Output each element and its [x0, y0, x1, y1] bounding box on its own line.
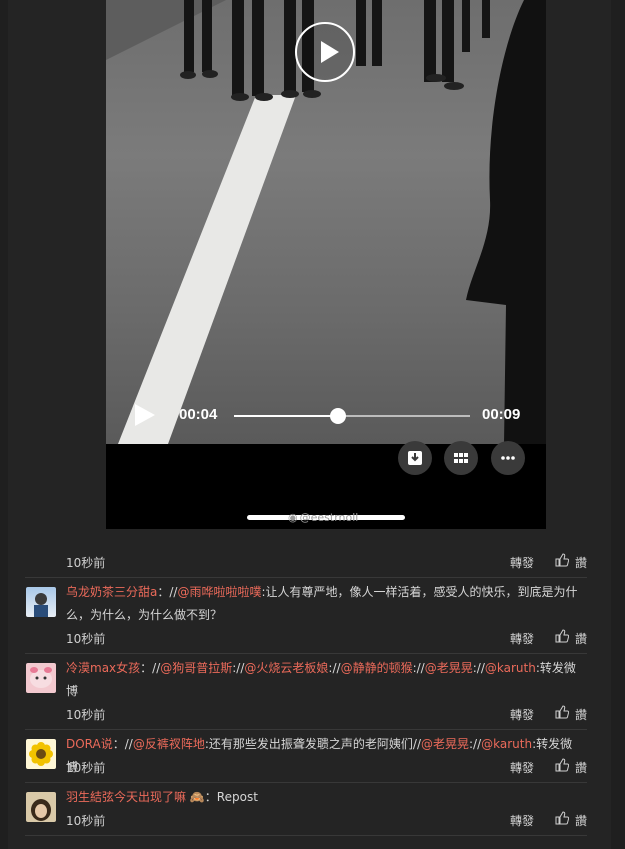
like-button[interactable]: 讚 [575, 706, 587, 723]
mention-link[interactable]: @karuth [481, 737, 532, 751]
comment-time: 10秒前 [66, 632, 106, 646]
mention-link[interactable]: @karuth [485, 661, 536, 675]
watermark: ◉ @eestrnoll [288, 511, 358, 524]
grid-button[interactable] [444, 441, 478, 475]
comment-text: 羽生結弦今天出现了嘛 🙈：Repost [66, 786, 582, 809]
divider [25, 782, 587, 783]
comment-username[interactable]: DORA说 [66, 737, 113, 751]
comment-username[interactable]: 羽生結弦今天出现了嘛 [66, 790, 186, 804]
mention-link[interactable]: @火烧云老板娘 [244, 661, 328, 675]
divider [25, 835, 587, 836]
like-icon[interactable] [555, 629, 569, 643]
like-icon[interactable] [555, 811, 569, 825]
avatar[interactable] [26, 587, 56, 617]
separator: :// [469, 737, 482, 751]
comment-time: 10秒前 [66, 814, 106, 828]
download-icon [408, 451, 422, 465]
comment-time: 10秒前 [66, 708, 106, 722]
separator: ：// [140, 661, 161, 675]
emoji-icon: 🙈 [189, 790, 205, 804]
separator: :// [412, 661, 425, 675]
comment-text: DORA说：//@反裤衩阵地:还有那些发出振聋发聩之声的老阿姨们//@老晃晃:/… [66, 733, 582, 779]
separator: :// [328, 661, 341, 675]
mention-link[interactable]: @老晃晃 [421, 737, 469, 751]
forward-button[interactable]: 轉發 [510, 759, 534, 776]
comment-body: ：Repost [204, 790, 258, 804]
comment-text: 冷漠max女孩：//@狗哥普拉斯://@火烧云老板娘://@静静的顿猴://@老… [66, 657, 582, 703]
divider [25, 729, 587, 730]
mention-link[interactable]: @雨哗啦啦啦噗 [177, 585, 261, 599]
comment-time: 10秒前 [66, 761, 106, 775]
forward-button[interactable]: 轉發 [510, 554, 534, 571]
like-icon[interactable] [555, 553, 569, 567]
more-icon [501, 456, 515, 460]
progress-fill [234, 415, 338, 417]
grid-icon [454, 453, 468, 463]
mention-link[interactable]: @静静的顿猴 [341, 661, 413, 675]
post-time: 10秒前 [66, 556, 106, 570]
play-icon[interactable] [295, 22, 355, 82]
like-button[interactable]: 讚 [575, 812, 587, 829]
separator: :// [232, 661, 245, 675]
video-player[interactable]: 00:04 00:09 ◉ @eestrnoll [106, 0, 546, 529]
avatar[interactable] [26, 792, 56, 822]
video-frame: 00:04 00:09 [106, 0, 546, 444]
watermark-text: @eestrnoll [299, 511, 359, 524]
comment-username[interactable]: 乌龙奶茶三分甜a [66, 585, 157, 599]
mention-link[interactable]: @老晃晃 [425, 661, 473, 675]
mention-link[interactable]: @反裤衩阵地 [133, 737, 205, 751]
divider [25, 653, 587, 654]
forward-button[interactable]: 轉發 [510, 812, 534, 829]
separator: :// [472, 661, 485, 675]
separator: ：// [157, 585, 178, 599]
forward-button[interactable]: 轉發 [510, 630, 534, 647]
avatar[interactable] [26, 663, 56, 693]
play-button[interactable] [135, 404, 155, 426]
avatar[interactable] [26, 739, 56, 769]
forward-button[interactable]: 轉發 [510, 706, 534, 723]
current-time: 00:04 [179, 406, 218, 423]
comment-body: :还有那些发出振聋发聩之声的老阿姨们// [204, 737, 421, 751]
mention-link[interactable]: @狗哥普拉斯 [160, 661, 232, 675]
like-button[interactable]: 讚 [575, 759, 587, 776]
comment-text: 乌龙奶茶三分甜a：//@雨哗啦啦啦噗:让人有尊严地，像人一样活着，感受人的快乐，… [66, 581, 582, 627]
more-button[interactable] [491, 441, 525, 475]
progress-bar[interactable] [234, 408, 470, 424]
like-button[interactable]: 讚 [575, 630, 587, 647]
like-icon[interactable] [555, 705, 569, 719]
download-button[interactable] [398, 441, 432, 475]
like-button[interactable]: 讚 [575, 554, 587, 571]
progress-knob[interactable] [329, 408, 346, 424]
weibo-logo-icon: ◉ [288, 511, 298, 524]
separator: ：// [112, 737, 133, 751]
comment-username[interactable]: 冷漠max女孩 [66, 661, 140, 675]
divider [25, 577, 587, 578]
like-icon[interactable] [555, 758, 569, 772]
duration: 00:09 [482, 406, 521, 423]
